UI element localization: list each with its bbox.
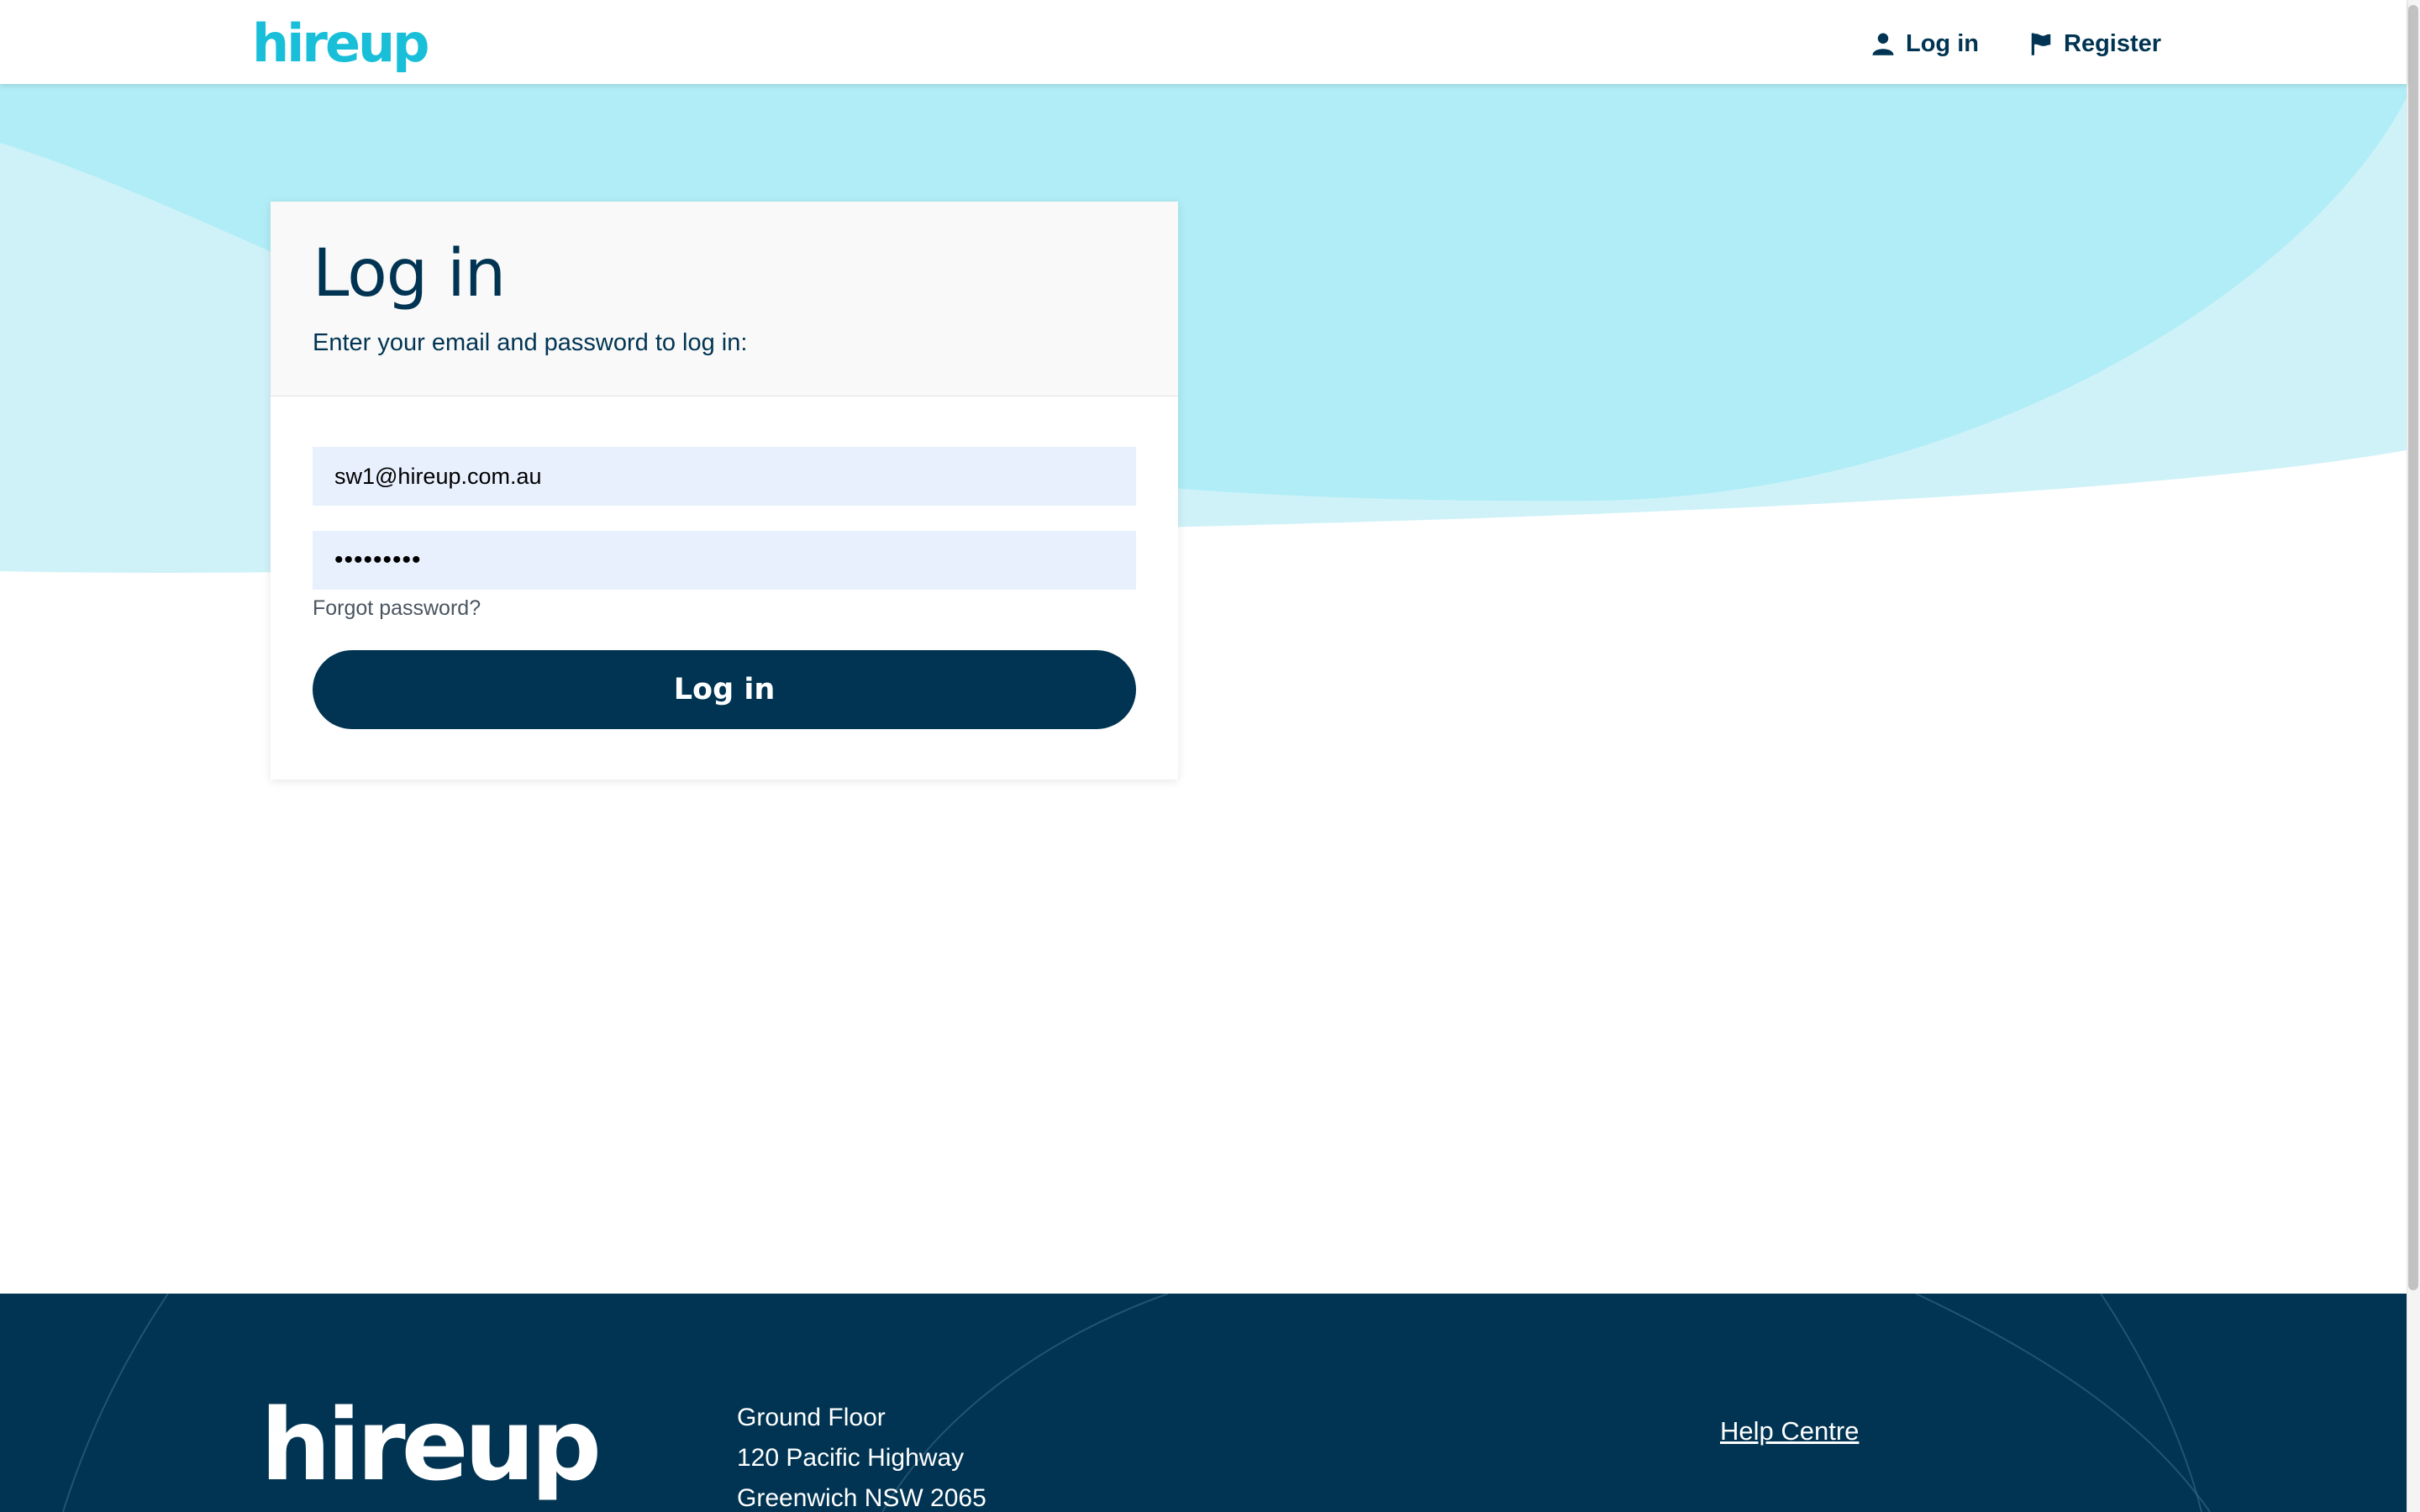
login-card-header: Log in Enter your email and password to … [271, 202, 1178, 396]
top-navigation-bar: hireup Log in Register [0, 0, 2407, 84]
address-line: 120 Pacific Highway [737, 1444, 965, 1472]
address-line: Ground Floor [737, 1404, 886, 1431]
nav-login-label: Log in [1906, 29, 1979, 57]
page-scrollbar-thumb[interactable] [2408, 5, 2418, 1290]
flag-icon [2031, 33, 2051, 55]
user-icon [1872, 33, 1894, 55]
nav-register-link[interactable]: Register [2028, 25, 2161, 62]
hireup-logo[interactable]: hireup [252, 10, 430, 77]
password-field[interactable] [313, 531, 1136, 590]
nav-login-link[interactable]: Log in [1870, 25, 1979, 62]
nav-register-label: Register [2064, 29, 2162, 57]
email-field[interactable] [313, 447, 1136, 506]
help-centre-link[interactable]: Help Centre [1720, 1416, 1859, 1446]
forgot-password-link[interactable]: Forgot password? [313, 596, 481, 621]
login-button[interactable]: Log in [313, 650, 1136, 729]
login-card: Log in Enter your email and password to … [271, 202, 1178, 780]
page-title: Log in [313, 236, 506, 312]
footer-address: Ground Floor 120 Pacific Highway Greenwi… [737, 1398, 986, 1512]
login-instructions: Enter your email and password to log in: [313, 329, 748, 356]
address-line: Greenwich NSW 2065 [737, 1484, 986, 1512]
footer: hireup Ground Floor 120 Pacific Highway … [0, 1294, 2407, 1512]
footer-hireup-logo[interactable]: hireup [260, 1394, 602, 1495]
